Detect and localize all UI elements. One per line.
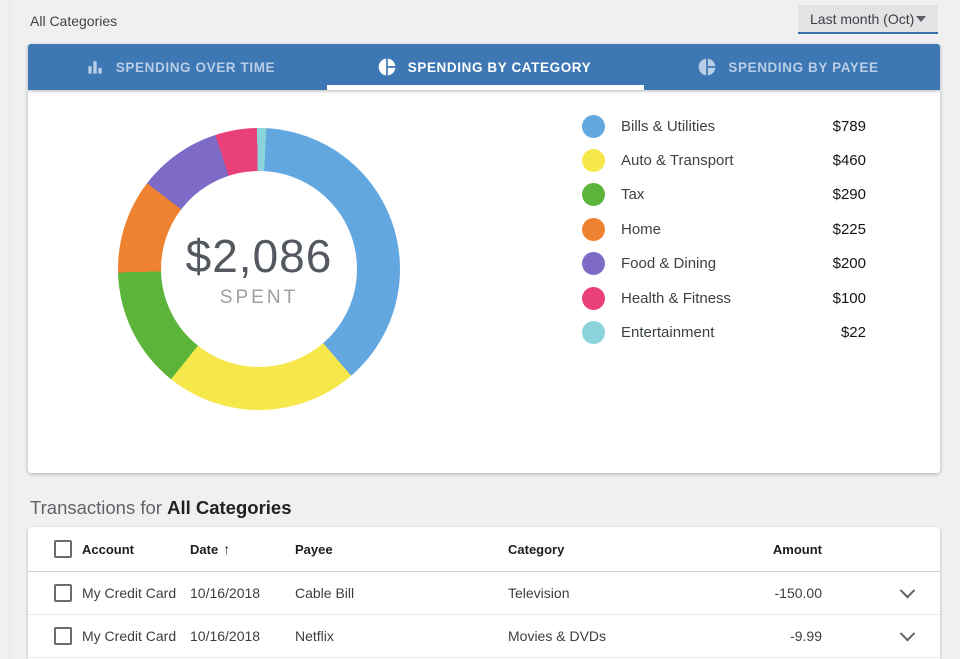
column-header-payee: Payee	[295, 542, 508, 557]
cell-category: Movies & DVDs	[508, 628, 728, 644]
sort-ascending-icon: ↑	[223, 541, 230, 557]
legend-item: Auto & Transport $460	[582, 143, 866, 177]
legend-color-dot	[582, 218, 605, 241]
legend-amount: $100	[833, 290, 866, 307]
cell-account: My Credit Card	[82, 585, 190, 601]
left-panel-divider	[9, 0, 10, 659]
legend-color-dot	[582, 115, 605, 138]
tab-spending-by-payee[interactable]: SPENDING BY PAYEE	[636, 44, 940, 90]
cell-amount: -150.00	[728, 585, 822, 601]
legend-amount: $200	[833, 255, 866, 272]
legend-category-label: Health & Fitness	[621, 290, 833, 307]
period-dropdown-value: Last month (Oct)	[810, 11, 914, 27]
category-legend: Bills & Utilities $789 Auto & Transport …	[582, 109, 866, 350]
row-checkbox[interactable]	[54, 584, 72, 602]
legend-category-label: Bills & Utilities	[621, 118, 833, 135]
transactions-heading-prefix: Transactions for	[30, 497, 167, 518]
cell-category: Television	[508, 585, 728, 601]
column-header-amount: Amount	[728, 542, 822, 557]
tab-label: SPENDING BY CATEGORY	[408, 60, 592, 75]
cell-date: 10/16/2018	[190, 585, 295, 601]
column-header-category: Category	[508, 542, 728, 557]
legend-item: Home $225	[582, 212, 866, 246]
legend-item: Food & Dining $200	[582, 247, 866, 281]
legend-color-dot	[582, 149, 605, 172]
donut-center: $2,086 SPENT	[161, 171, 357, 367]
row-checkbox[interactable]	[54, 627, 72, 645]
expand-row-chevron-icon[interactable]	[900, 582, 916, 598]
transactions-heading-scope: All Categories	[167, 497, 291, 518]
tab-spending-over-time[interactable]: SPENDING OVER TIME	[28, 44, 332, 90]
transaction-row[interactable]: My Credit Card 10/16/2018 Netflix Movies…	[28, 615, 940, 658]
tab-label: SPENDING OVER TIME	[116, 60, 275, 75]
transactions-table: Account Date↑ Payee Category Amount My C…	[28, 527, 940, 659]
spending-panel: SPENDING OVER TIME SPENDING BY CATEGORY …	[28, 44, 940, 473]
legend-amount: $290	[833, 186, 866, 203]
cell-amount: -9.99	[728, 628, 822, 644]
period-dropdown[interactable]: Last month (Oct)	[798, 5, 938, 34]
total-spent-value: $2,086	[186, 229, 333, 283]
transactions-heading: Transactions for All Categories	[30, 497, 292, 519]
pie-chart-icon	[697, 57, 717, 77]
legend-amount: $789	[833, 118, 866, 135]
legend-item: Bills & Utilities $789	[582, 109, 866, 143]
total-spent-label: SPENT	[220, 287, 298, 309]
legend-item: Tax $290	[582, 178, 866, 212]
cell-payee: Netflix	[295, 628, 508, 644]
legend-category-label: Auto & Transport	[621, 152, 833, 169]
category-scope-label: All Categories	[30, 13, 117, 29]
legend-color-dot	[582, 287, 605, 310]
topbar: All Categories Last month (Oct)	[0, 0, 960, 44]
select-all-checkbox[interactable]	[54, 540, 72, 558]
cell-payee: Cable Bill	[295, 585, 508, 601]
legend-amount: $22	[841, 324, 866, 341]
cell-account: My Credit Card	[82, 628, 190, 644]
legend-category-label: Food & Dining	[621, 255, 833, 272]
bar-chart-icon	[85, 57, 105, 77]
pie-chart-icon	[377, 57, 397, 77]
transactions-header-row: Account Date↑ Payee Category Amount	[28, 527, 940, 572]
legend-color-dot	[582, 183, 605, 206]
spending-by-category-card: $2,086 SPENT Bills & Utilities $789 Auto…	[28, 90, 940, 473]
expand-row-chevron-icon[interactable]	[900, 625, 916, 641]
legend-category-label: Home	[621, 221, 833, 238]
tab-label: SPENDING BY PAYEE	[728, 60, 878, 75]
tab-spending-by-category[interactable]: SPENDING BY CATEGORY	[332, 44, 636, 90]
transaction-row[interactable]: My Credit Card 10/16/2018 Cable Bill Tel…	[28, 572, 940, 615]
legend-color-dot	[582, 321, 605, 344]
dropdown-caret-icon	[916, 16, 926, 22]
category-donut-chart[interactable]: $2,086 SPENT	[118, 128, 400, 410]
legend-color-dot	[582, 252, 605, 275]
column-header-date[interactable]: Date↑	[190, 541, 295, 557]
cell-date: 10/16/2018	[190, 628, 295, 644]
column-header-account: Account	[82, 542, 190, 557]
legend-category-label: Tax	[621, 186, 833, 203]
legend-item: Entertainment $22	[582, 315, 866, 349]
legend-category-label: Entertainment	[621, 324, 841, 341]
legend-amount: $225	[833, 221, 866, 238]
legend-item: Health & Fitness $100	[582, 281, 866, 315]
legend-amount: $460	[833, 152, 866, 169]
spending-tabbar: SPENDING OVER TIME SPENDING BY CATEGORY …	[28, 44, 940, 90]
